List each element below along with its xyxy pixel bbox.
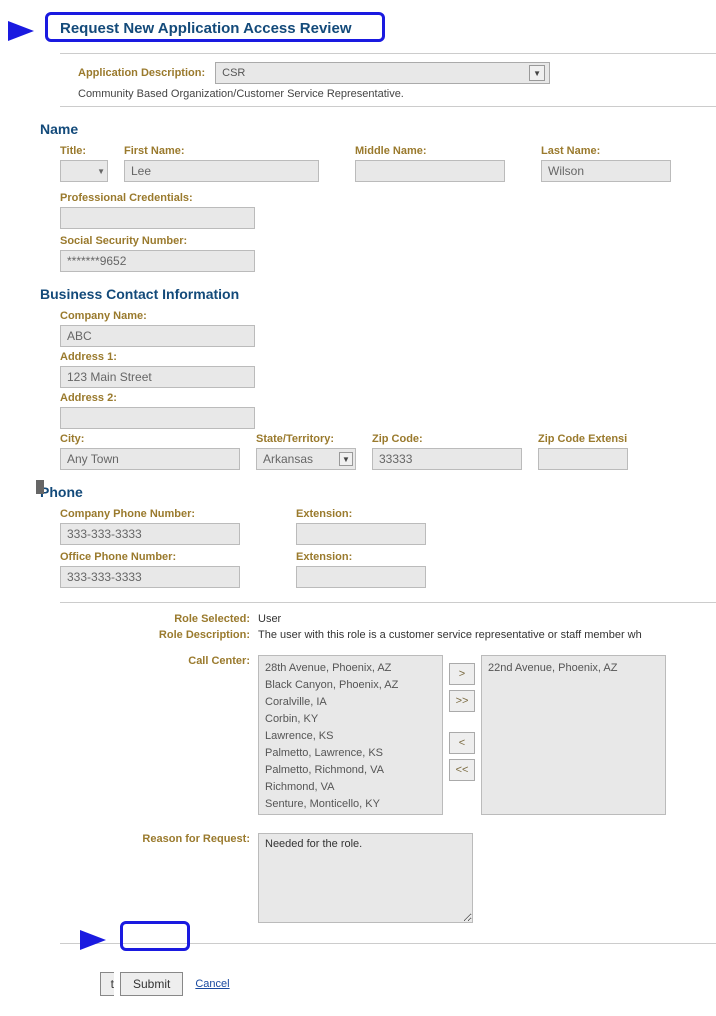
list-item[interactable]: Palmetto, Lawrence, KS (265, 745, 436, 762)
office-phone-input[interactable]: 333-333-3333 (60, 566, 240, 588)
role-desc-label: Role Description: (90, 629, 250, 641)
call-center-available-list[interactable]: 28th Avenue, Phoenix, AZBlack Canyon, Ph… (258, 655, 443, 815)
divider (60, 602, 716, 603)
list-item[interactable]: Tampa, FL (265, 813, 436, 815)
ssn-input[interactable]: *******9652 (60, 250, 255, 272)
list-item[interactable]: Corbin, KY (265, 711, 436, 728)
move-right-all-button[interactable]: >> (449, 690, 475, 712)
first-name-input[interactable]: Lee (124, 160, 319, 182)
list-item[interactable]: Coralville, IA (265, 694, 436, 711)
city-label: City: (60, 433, 240, 445)
role-selected-value: User (258, 613, 716, 625)
addr2-label: Address 2: (60, 392, 716, 404)
submit-button[interactable]: Submit (120, 972, 183, 996)
zipext-input[interactable] (538, 448, 628, 470)
addr1-label: Address 1: (60, 351, 716, 363)
credentials-input[interactable] (60, 207, 255, 229)
list-item[interactable]: Senture, Monticello, KY (265, 796, 436, 813)
list-item[interactable]: Richmond, VA (265, 779, 436, 796)
callout-arrow-submit (80, 930, 106, 950)
divider (60, 106, 716, 107)
extension-label: Extension: (296, 508, 426, 520)
reason-textarea[interactable]: Needed for the role. (258, 833, 473, 923)
reason-label: Reason for Request: (90, 833, 250, 845)
last-name-input[interactable]: Wilson (541, 160, 671, 182)
list-item[interactable]: Palmetto, Richmond, VA (265, 762, 436, 779)
app-desc-value: CSR (222, 67, 245, 79)
app-desc-text: Community Based Organization/Customer Se… (78, 88, 716, 100)
app-desc-label: Application Description: (78, 67, 205, 79)
list-item[interactable]: Lawrence, KS (265, 728, 436, 745)
chevron-down-icon: ▼ (339, 452, 353, 466)
city-input[interactable]: Any Town (60, 448, 240, 470)
section-name: Name (40, 121, 716, 137)
credentials-label: Professional Credentials: (60, 192, 716, 204)
move-left-all-button[interactable]: << (449, 759, 475, 781)
zip-label: Zip Code: (372, 433, 522, 445)
state-select[interactable]: Arkansas ▼ (256, 448, 356, 470)
chevron-down-icon: ▼ (97, 167, 105, 176)
company-phone-input[interactable]: 333-333-3333 (60, 523, 240, 545)
call-center-label: Call Center: (90, 655, 250, 667)
prev-button-partial[interactable]: t (100, 972, 114, 996)
list-item[interactable]: 22nd Avenue, Phoenix, AZ (488, 660, 659, 677)
middle-name-label: Middle Name: (355, 145, 505, 157)
page-title: Request New Application Access Review (60, 20, 716, 37)
move-left-button[interactable]: < (449, 732, 475, 754)
state-value: Arkansas (263, 452, 313, 466)
role-selected-label: Role Selected: (90, 613, 250, 625)
company-input[interactable]: ABC (60, 325, 255, 347)
last-name-label: Last Name: (541, 145, 671, 157)
role-desc-value: The user with this role is a customer se… (258, 629, 716, 641)
section-phone: Phone (40, 484, 716, 500)
app-desc-select[interactable]: CSR ▼ (215, 62, 550, 84)
addr1-input[interactable]: 123 Main Street (60, 366, 255, 388)
middle-name-input[interactable] (355, 160, 505, 182)
office-phone-label: Office Phone Number: (60, 551, 240, 563)
title-label: Title: (60, 145, 108, 157)
ssn-label: Social Security Number: (60, 235, 716, 247)
call-center-selected-list[interactable]: 22nd Avenue, Phoenix, AZ (481, 655, 666, 815)
divider (60, 53, 716, 54)
divider (60, 943, 716, 944)
section-business: Business Contact Information (40, 286, 716, 302)
company-ext-input[interactable] (296, 523, 426, 545)
office-ext-input[interactable] (296, 566, 426, 588)
list-item[interactable]: 28th Avenue, Phoenix, AZ (265, 660, 436, 677)
cancel-link[interactable]: Cancel (195, 978, 229, 990)
extension-label-2: Extension: (296, 551, 426, 563)
zipext-label: Zip Code Extensi (538, 433, 628, 445)
state-label: State/Territory: (256, 433, 356, 445)
addr2-input[interactable] (60, 407, 255, 429)
move-right-button[interactable]: > (449, 663, 475, 685)
zip-input[interactable]: 33333 (372, 448, 522, 470)
list-item[interactable]: Black Canyon, Phoenix, AZ (265, 677, 436, 694)
company-label: Company Name: (60, 310, 716, 322)
company-phone-label: Company Phone Number: (60, 508, 240, 520)
callout-arrow-title (8, 21, 34, 41)
collapse-handle-icon[interactable] (36, 480, 44, 494)
first-name-label: First Name: (124, 145, 319, 157)
title-select[interactable]: ▼ (60, 160, 108, 182)
chevron-down-icon: ▼ (529, 65, 545, 81)
